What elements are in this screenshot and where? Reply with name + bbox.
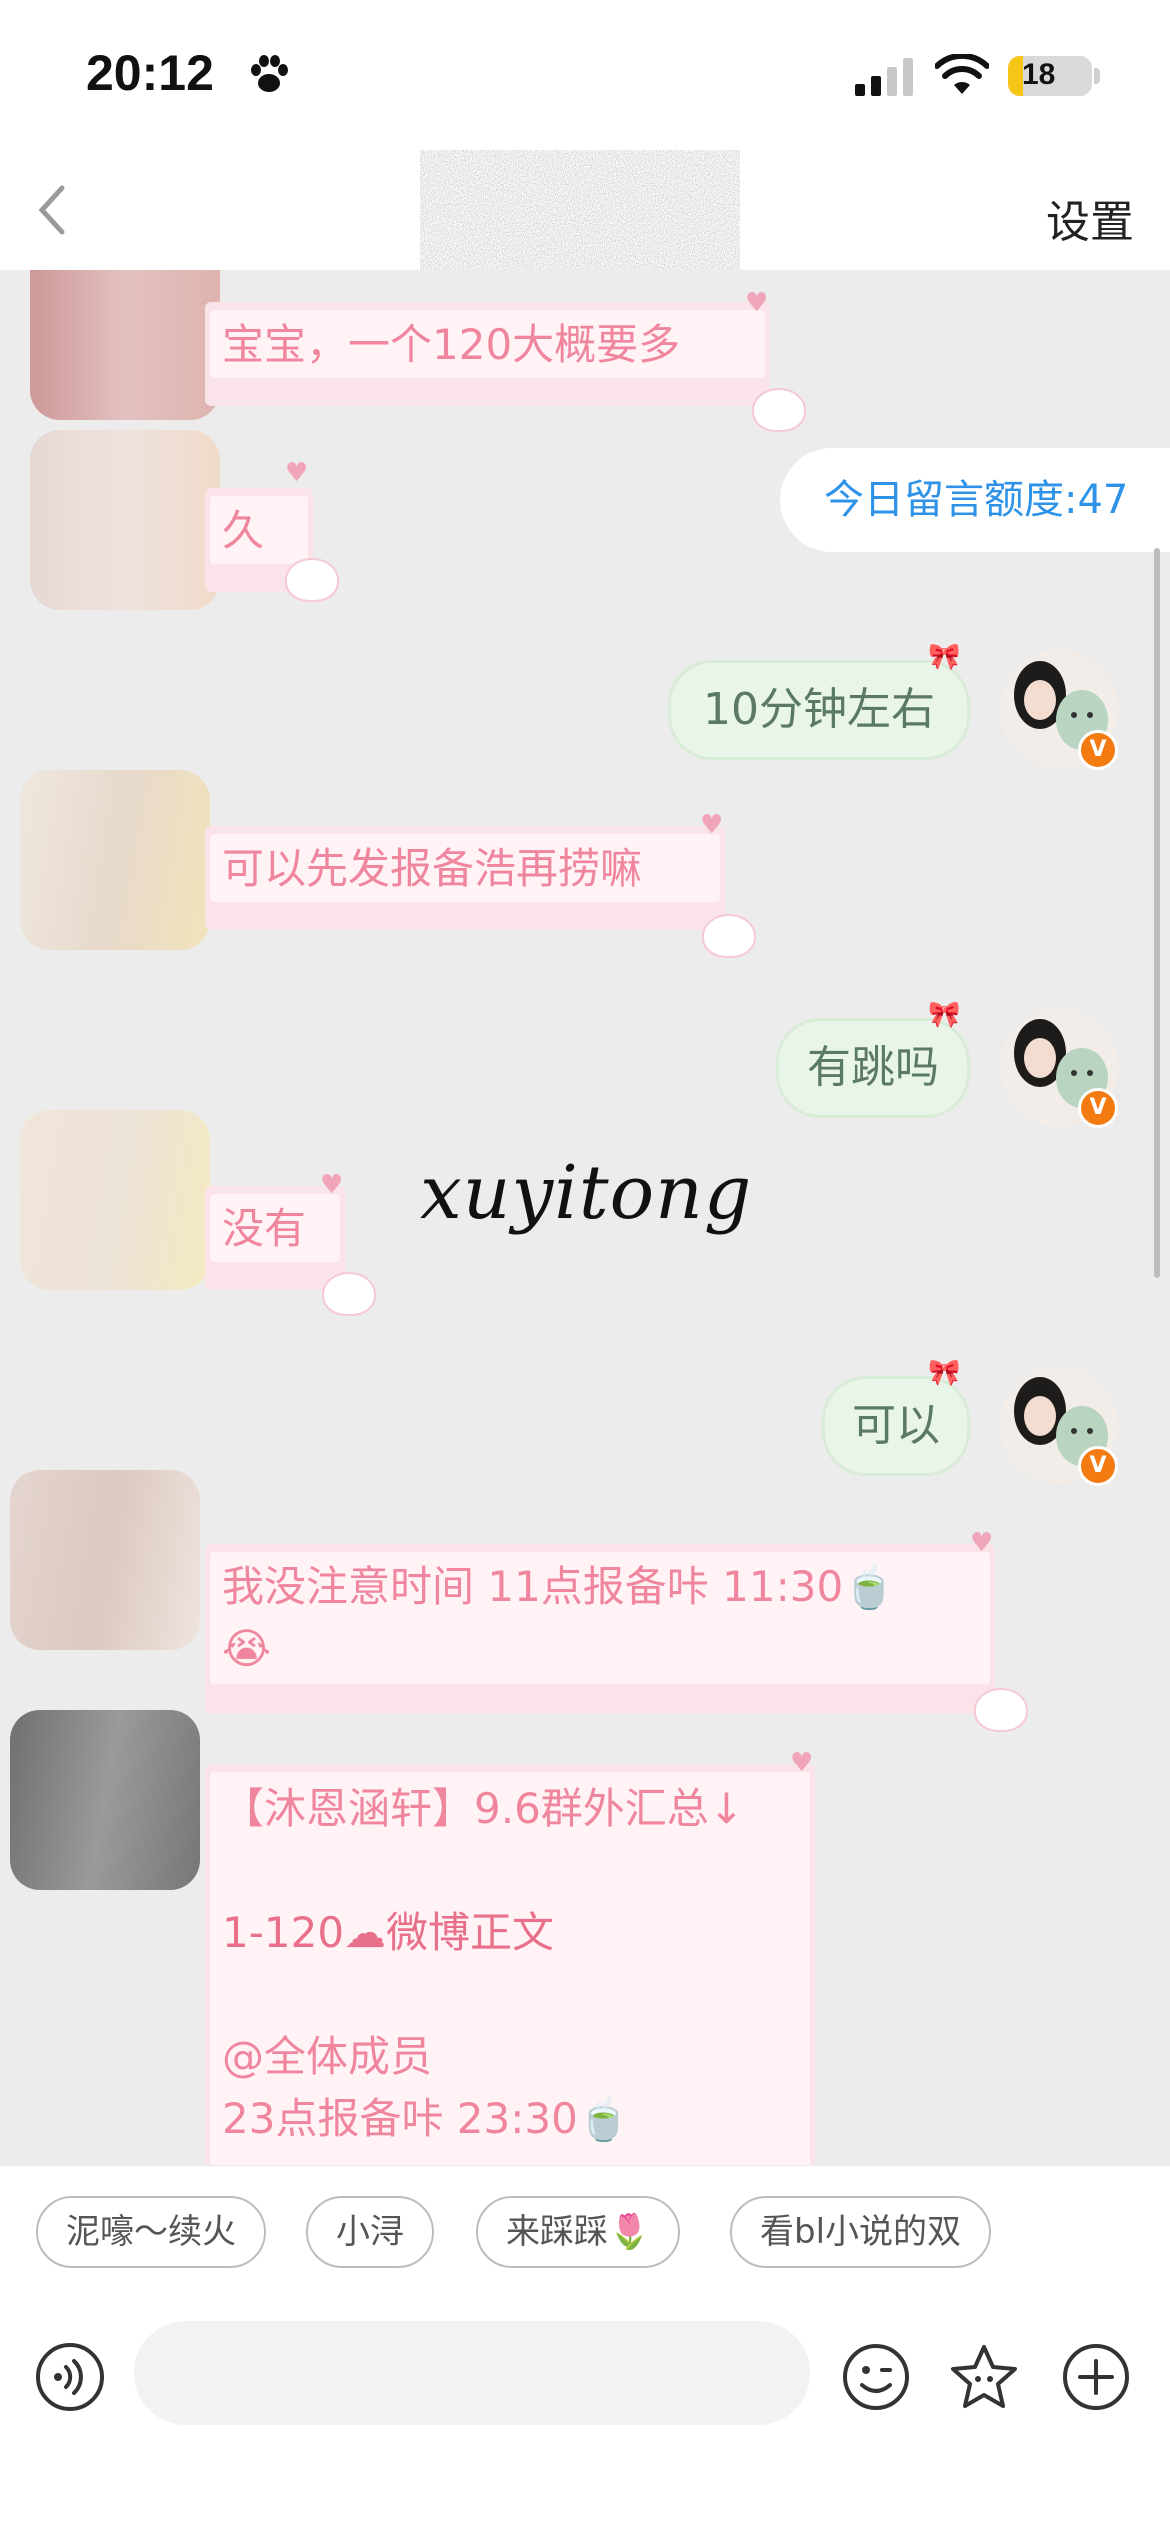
- chip-3[interactable]: 看bl小说的双: [730, 2196, 992, 2268]
- bunny-decoration-icon: [974, 1688, 1028, 1732]
- chip-1[interactable]: 小浔: [306, 2196, 434, 2268]
- message-line: @全体成员: [222, 2032, 433, 2081]
- heart-decoration-icon: ♥: [320, 1170, 344, 1200]
- chip-2[interactable]: 来踩踩🌷: [476, 2196, 681, 2268]
- input-bar: [0, 2295, 1170, 2532]
- heart-decoration-icon: ♥: [700, 810, 724, 840]
- message-text: 😭: [222, 1624, 272, 1673]
- bunny-decoration-icon: [285, 558, 339, 602]
- scrollbar[interactable]: [1154, 548, 1160, 1278]
- message-text: 久: [222, 506, 265, 555]
- heart-decoration-icon: ♥: [745, 288, 769, 318]
- redacted-title-scribble: [440, 155, 740, 265]
- voice-icon[interactable]: [34, 2341, 106, 2413]
- bow-decoration-icon: 🎀: [928, 1358, 961, 1388]
- cellular-signal-icon: [855, 58, 913, 96]
- message-line: 【沐恩涵轩】9.6群外汇总↓: [222, 1784, 744, 1833]
- message-text: 宝宝，一个120大概要多: [222, 320, 681, 369]
- quick-reply-chips: 泥嚎～续火 小浔 来踩踩🌷 看bl小说的双: [0, 2165, 1170, 2295]
- message-text: 可以: [852, 1400, 940, 1451]
- message-line: [222, 1840, 744, 1902]
- chip-0[interactable]: 泥嚎～续火: [36, 2196, 266, 2268]
- battery-level: 18: [1022, 58, 1056, 91]
- message-line: 23点报备咔 23:30🍵: [222, 2094, 631, 2143]
- message-text: 10分钟左右: [703, 684, 935, 735]
- status-time: 20:12: [86, 45, 214, 101]
- message-text: 有跳吗: [807, 1042, 939, 1093]
- status-bar: 20:12 18: [0, 0, 1170, 150]
- avatar[interactable]: [20, 770, 210, 950]
- message-bubble-outgoing: 有跳吗: [776, 1018, 970, 1118]
- heart-decoration-icon: ♥: [970, 1528, 994, 1558]
- star-sticker-icon[interactable]: [948, 2341, 1020, 2413]
- verified-badge: V: [1078, 1446, 1118, 1486]
- wifi-icon: [935, 54, 989, 94]
- battery-tip: [1094, 68, 1100, 84]
- message-bubble-outgoing: 可以: [822, 1376, 970, 1476]
- message-line: [222, 1964, 744, 2026]
- battery-icon: 18: [1008, 56, 1092, 96]
- plus-icon[interactable]: [1060, 2341, 1132, 2413]
- nav-bar: 设置: [0, 150, 1170, 270]
- avatar[interactable]: [30, 430, 220, 610]
- bunny-decoration-icon: [752, 388, 806, 432]
- battery-fill: [1008, 56, 1024, 96]
- heart-decoration-icon: ♥: [285, 458, 309, 488]
- bow-decoration-icon: 🎀: [928, 642, 961, 672]
- settings-button[interactable]: 设置: [1046, 186, 1134, 250]
- message-text: 我没注意时间 11点报备咔 11:30🍵: [222, 1562, 896, 1611]
- emoji-icon[interactable]: [840, 2341, 912, 2413]
- paw-icon: [251, 55, 288, 92]
- message-text: 没有: [222, 1204, 307, 1253]
- verified-badge: V: [1078, 1088, 1118, 1128]
- message-input[interactable]: [134, 2321, 810, 2425]
- bunny-decoration-icon: [702, 914, 756, 958]
- bunny-decoration-icon: [322, 1272, 376, 1316]
- verified-badge: V: [1078, 730, 1118, 770]
- message-quota-badge[interactable]: 今日留言额度:47: [780, 448, 1170, 552]
- bow-decoration-icon: 🎀: [928, 1000, 961, 1030]
- message-text: 可以先发报备浩再捞嘛: [222, 844, 643, 893]
- announcement-text: 【沐恩涵轩】9.6群外汇总↓ 1-120☁微博正文 @全体成员 23点报备咔 2…: [222, 1778, 744, 2150]
- chevron-left-icon[interactable]: [32, 180, 72, 240]
- heart-decoration-icon: ♥: [790, 1748, 814, 1778]
- avatar[interactable]: [10, 1710, 200, 1890]
- avatar[interactable]: [20, 1110, 210, 1290]
- message-bubble-outgoing: 10分钟左右: [668, 660, 970, 760]
- chat-area[interactable]: 宝宝，一个120大概要多 ♥ 久 ♥ 今日留言额度:47 10分钟左右 🎀 V …: [0, 270, 1170, 2165]
- message-line: 1-120☁微博正文: [222, 1908, 555, 1957]
- signature-watermark: xuyitong: [420, 1150, 753, 1236]
- avatar[interactable]: [10, 1470, 200, 1650]
- avatar[interactable]: [30, 270, 220, 420]
